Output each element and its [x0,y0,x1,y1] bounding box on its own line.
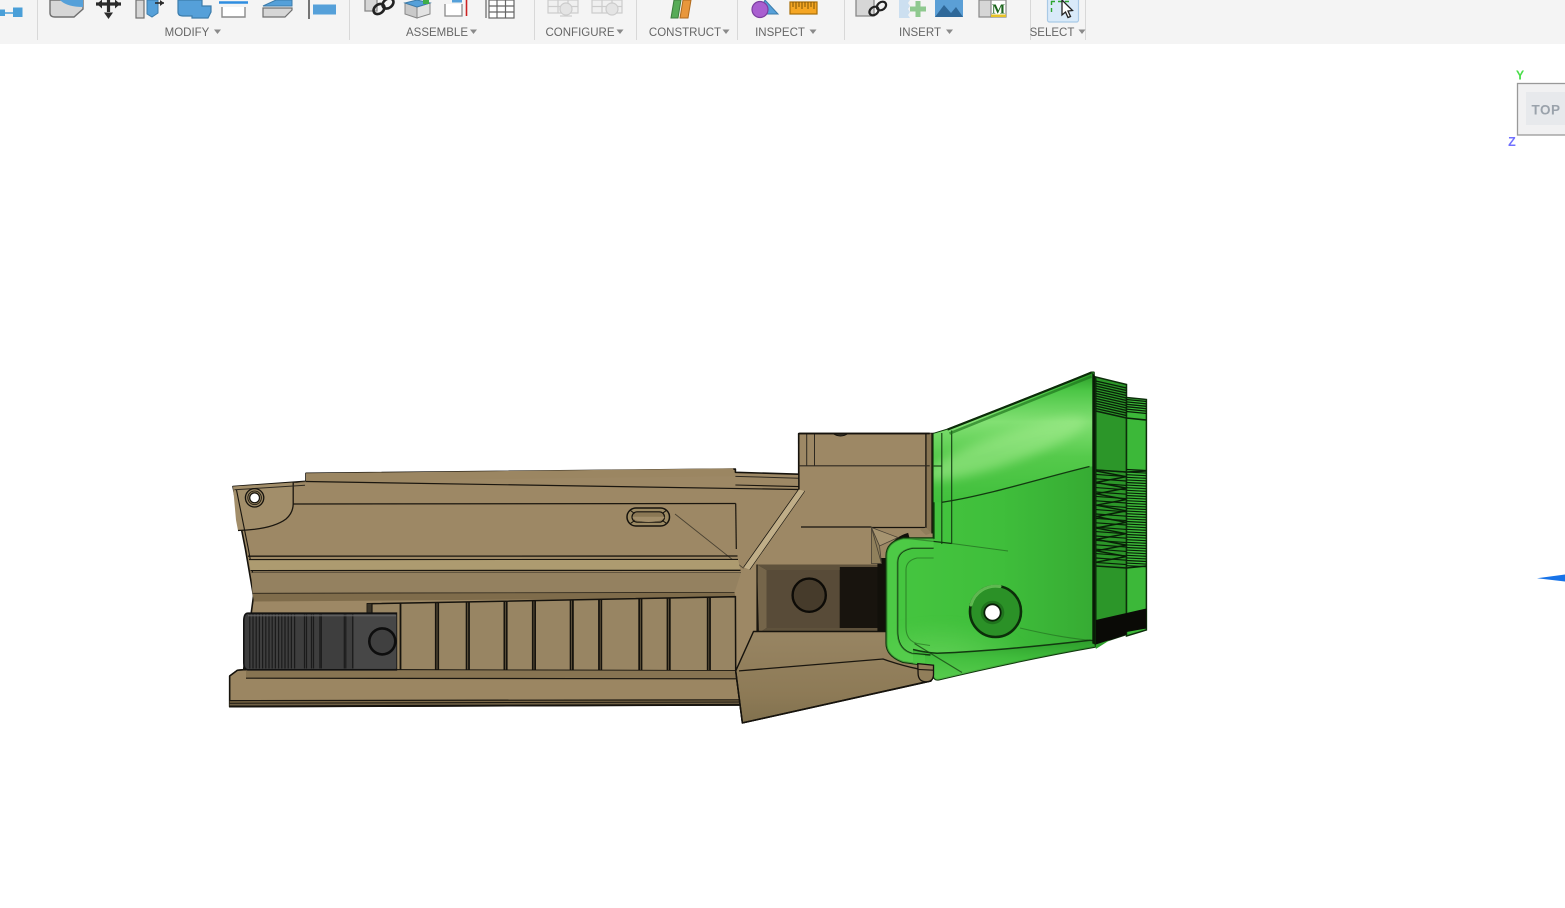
svg-text:TOP: TOP [1531,103,1560,118]
svg-text:Z: Z [1508,135,1516,149]
svg-text:ASSEMBLE: ASSEMBLE [406,27,468,39]
svg-text:INSERT: INSERT [899,27,941,39]
svg-text:CONSTRUCT: CONSTRUCT [649,27,721,39]
svg-text:Y: Y [1516,69,1525,83]
svg-text:INSPECT: INSPECT [755,27,805,39]
svg-text:SELECT: SELECT [1030,27,1075,39]
svg-text:CONFIGURE: CONFIGURE [546,27,615,39]
svg-text:MODIFY: MODIFY [165,27,210,39]
